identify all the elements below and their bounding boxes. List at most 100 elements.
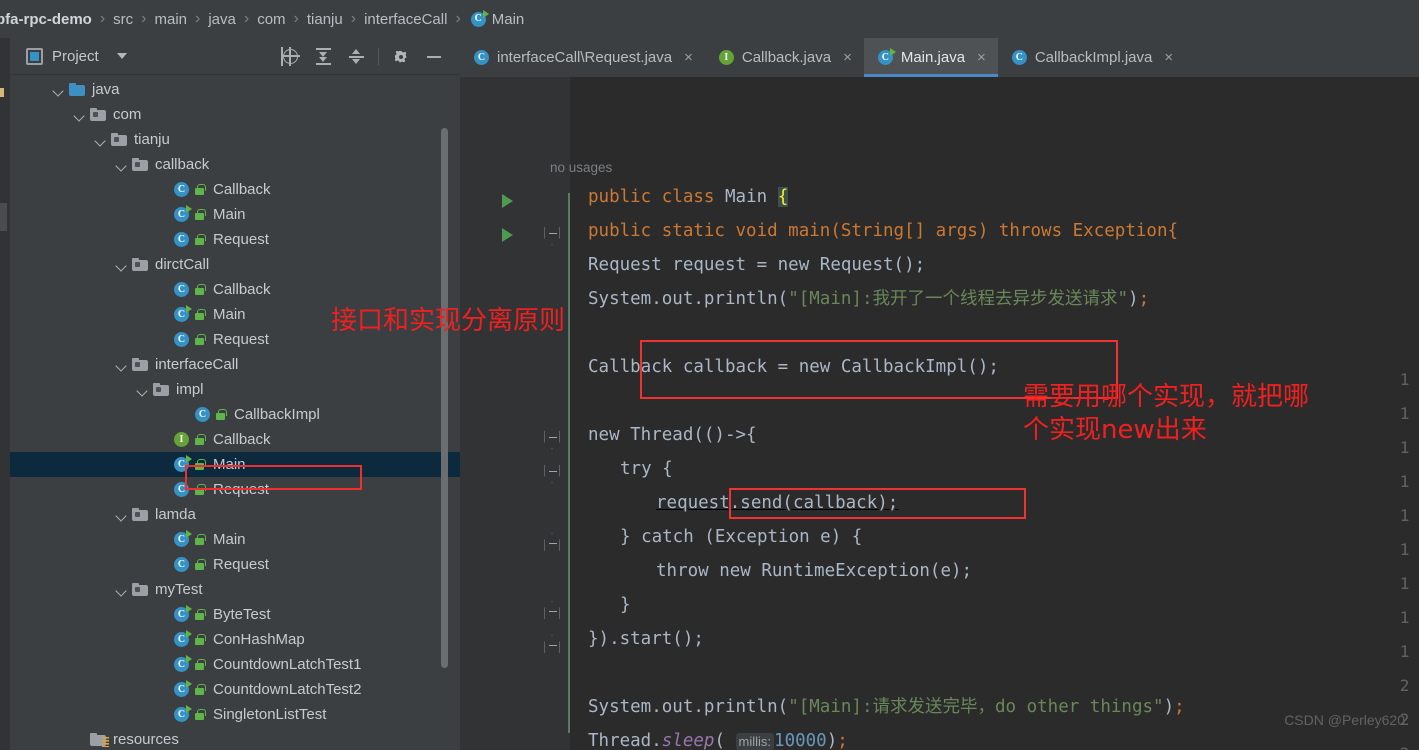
breadcrumb-item-main-class[interactable]: C Main: [470, 9, 524, 28]
tree-item-request[interactable]: C Request: [10, 552, 460, 577]
editor-scrollbar[interactable]: [1409, 77, 1419, 750]
tree-item-callback[interactable]: C Callback: [10, 177, 460, 202]
tree-item-callback[interactable]: C Callback: [10, 277, 460, 302]
locate-icon[interactable]: [274, 42, 307, 72]
chevron-down-icon[interactable]: [116, 53, 127, 59]
class-runnable-icon: C: [174, 305, 192, 322]
close-icon[interactable]: ×: [684, 50, 693, 65]
tree-item-main[interactable]: C Main: [10, 302, 460, 327]
chevron-down-icon[interactable]: [114, 357, 130, 373]
tree-item-main[interactable]: C Main: [10, 527, 460, 552]
tree-item-resources[interactable]: resources: [10, 727, 460, 750]
breadcrumb-separator-icon: ›: [243, 10, 250, 27]
chevron-down-icon[interactable]: [114, 257, 130, 273]
expand-all-icon[interactable]: [307, 42, 340, 72]
close-icon[interactable]: ×: [843, 50, 852, 65]
settings-gear-icon[interactable]: [384, 42, 417, 72]
code-line-7: Request request = new Request();: [588, 256, 925, 275]
editor-gutter[interactable]: [460, 77, 540, 750]
chevron-down-icon[interactable]: [72, 107, 88, 123]
tree-item-mytest[interactable]: myTest: [10, 577, 460, 602]
run-method-icon[interactable]: [502, 228, 513, 242]
tree-item-java[interactable]: java: [10, 77, 460, 102]
tree-item-singletonlisttest[interactable]: C SingletonListTest: [10, 702, 460, 727]
project-tree[interactable]: java com tianju callback C Callback C Main C Requ…: [10, 75, 460, 750]
code-punct: (: [714, 731, 736, 750]
tree-item-impl[interactable]: impl: [10, 377, 460, 402]
chevron-down-icon[interactable]: [51, 82, 67, 98]
tree-item-lamda[interactable]: lamda: [10, 502, 460, 527]
tree-item-callback[interactable]: callback: [10, 152, 460, 177]
tree-item-request[interactable]: C Request: [10, 327, 460, 352]
tree-item-request[interactable]: C Request: [10, 477, 460, 502]
breadcrumb-item-main[interactable]: main: [155, 11, 188, 28]
tree-item-request[interactable]: C Request: [10, 227, 460, 252]
code-line-10: Callback callback = new CallbackImpl();: [588, 358, 999, 377]
chevron-down-icon[interactable]: [135, 382, 151, 398]
close-icon[interactable]: ×: [977, 50, 986, 65]
project-tree-scrollbar[interactable]: [441, 128, 448, 668]
breadcrumb-item-project[interactable]: pfa-rpc-demo: [0, 11, 92, 28]
tree-item-countdownlatchtest2[interactable]: C CountdownLatchTest2: [10, 677, 460, 702]
project-tool-window: Project java com tianju callback C Callback C M…: [10, 38, 460, 750]
tree-item-callbackimpl[interactable]: C CallbackImpl: [10, 402, 460, 427]
tree-item-label: Callback: [213, 431, 271, 448]
tree-item-tianju[interactable]: tianju: [10, 127, 460, 152]
project-panel-toolbar: [274, 38, 450, 75]
public-lock-icon: [194, 658, 206, 671]
breadcrumb-item-java[interactable]: java: [208, 11, 236, 28]
tree-item-com[interactable]: com: [10, 102, 460, 127]
tree-item-label: Main: [213, 306, 246, 323]
tree-item-label: CountdownLatchTest1: [213, 656, 362, 673]
code-text: try {: [620, 459, 673, 479]
chevron-down-icon[interactable]: [114, 507, 130, 523]
tree-item-main[interactable]: C Main: [10, 202, 460, 227]
folder-icon: [132, 358, 148, 371]
breadcrumb-separator-icon: ›: [350, 10, 357, 27]
code-text: Thread.: [588, 731, 662, 750]
close-icon[interactable]: ×: [1164, 50, 1173, 65]
editor-tab-interfacecall-request-java[interactable]: CinterfaceCall\Request.java ×: [460, 38, 705, 77]
project-panel-header: Project: [10, 38, 460, 75]
class-runnable-icon: C: [174, 455, 192, 472]
folder-icon: [132, 583, 148, 596]
inlay-hint-millis: millis:: [735, 733, 775, 750]
project-panel-title-group[interactable]: Project: [26, 47, 127, 65]
editor-tab-main-java[interactable]: C Main.java ×: [863, 38, 998, 77]
tree-item-conhashmap[interactable]: C ConHashMap: [10, 627, 460, 652]
code-punct: ): [826, 731, 838, 750]
editor-tab-callback-java[interactable]: I Callback.java ×: [705, 38, 864, 77]
tree-item-label: lamda: [155, 506, 196, 523]
public-lock-icon: [194, 433, 206, 446]
project-icon: [26, 47, 43, 65]
tree-item-bytetest[interactable]: C ByteTest: [10, 602, 460, 627]
chevron-down-icon[interactable]: [93, 132, 109, 148]
tree-item-countdownlatchtest1[interactable]: C CountdownLatchTest1: [10, 652, 460, 677]
breadcrumb-item-interfacecall[interactable]: interfaceCall: [364, 11, 447, 28]
tree-item-callback[interactable]: I Callback: [10, 427, 460, 452]
strip-marker: [0, 88, 4, 97]
breadcrumb-item-src[interactable]: src: [113, 11, 133, 28]
public-lock-icon: [194, 333, 206, 346]
editor-tab-callbackimpl-java[interactable]: C CallbackImpl.java ×: [998, 38, 1185, 77]
chevron-down-icon[interactable]: [114, 157, 130, 173]
collapse-all-icon[interactable]: [340, 42, 373, 72]
hide-icon[interactable]: [417, 42, 450, 72]
string-literal: "[Main]:请求发送完毕，do other things": [788, 697, 1164, 717]
run-class-icon[interactable]: [502, 194, 513, 208]
tree-item-main[interactable]: C Main: [10, 452, 460, 477]
breadcrumb-item-tianju[interactable]: tianju: [307, 11, 343, 28]
code-editor[interactable]: 4 5 6 7 8 9 11 12 13 14 15 16 17 18 19 2…: [460, 77, 1419, 750]
breadcrumb-item-com[interactable]: com: [257, 11, 285, 28]
folder-icon: [69, 83, 85, 96]
tree-item-interfacecall[interactable]: interfaceCall: [10, 352, 460, 377]
editor-tab-bar[interactable]: CinterfaceCall\Request.java × I Callback.ja…: [460, 38, 1419, 77]
tree-item-dirctcall[interactable]: dirctCall: [10, 252, 460, 277]
chevron-down-icon[interactable]: [114, 582, 130, 598]
numeric-literal: 10000: [774, 731, 827, 750]
indent-guide-line: [568, 193, 570, 733]
class-icon: C: [195, 407, 210, 422]
